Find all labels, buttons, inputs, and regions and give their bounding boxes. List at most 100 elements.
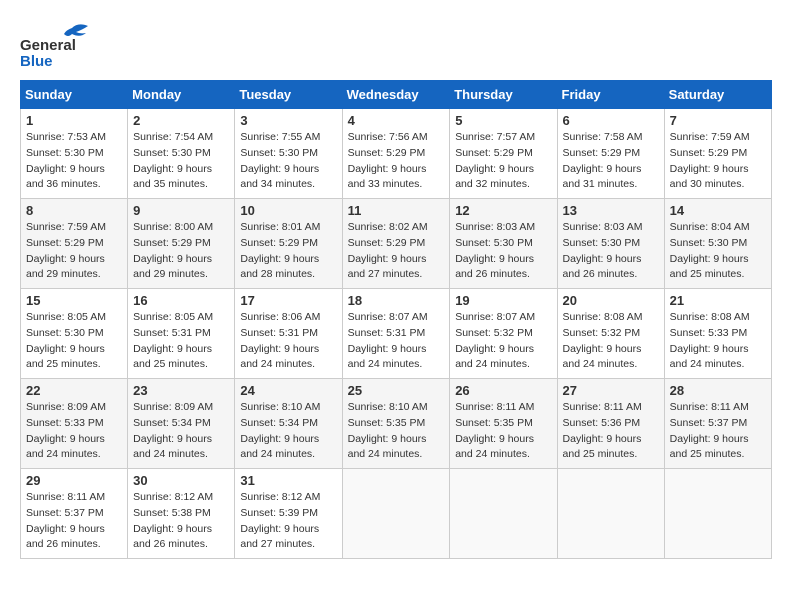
day-number: 29 bbox=[26, 473, 122, 488]
calendar-cell: 9 Sunrise: 8:00 AMSunset: 5:29 PMDayligh… bbox=[128, 199, 235, 289]
calendar-cell bbox=[557, 469, 664, 559]
calendar-cell: 17 Sunrise: 8:06 AMSunset: 5:31 PMDaylig… bbox=[235, 289, 342, 379]
day-info: Sunrise: 8:10 AMSunset: 5:35 PMDaylight:… bbox=[348, 401, 428, 460]
day-info: Sunrise: 8:08 AMSunset: 5:32 PMDaylight:… bbox=[563, 311, 643, 370]
weekday-header-thursday: Thursday bbox=[450, 81, 557, 109]
weekday-header-wednesday: Wednesday bbox=[342, 81, 450, 109]
day-info: Sunrise: 7:56 AMSunset: 5:29 PMDaylight:… bbox=[348, 131, 428, 190]
weekday-header-sunday: Sunday bbox=[21, 81, 128, 109]
calendar-cell: 25 Sunrise: 8:10 AMSunset: 5:35 PMDaylig… bbox=[342, 379, 450, 469]
day-info: Sunrise: 8:07 AMSunset: 5:32 PMDaylight:… bbox=[455, 311, 535, 370]
day-number: 31 bbox=[240, 473, 336, 488]
week-row-2: 8 Sunrise: 7:59 AMSunset: 5:29 PMDayligh… bbox=[21, 199, 772, 289]
day-number: 10 bbox=[240, 203, 336, 218]
weekday-header-tuesday: Tuesday bbox=[235, 81, 342, 109]
day-info: Sunrise: 7:55 AMSunset: 5:30 PMDaylight:… bbox=[240, 131, 320, 190]
day-number: 21 bbox=[670, 293, 766, 308]
calendar-cell bbox=[664, 469, 771, 559]
day-number: 11 bbox=[348, 203, 445, 218]
day-number: 25 bbox=[348, 383, 445, 398]
weekday-header-saturday: Saturday bbox=[664, 81, 771, 109]
day-number: 15 bbox=[26, 293, 122, 308]
day-number: 9 bbox=[133, 203, 229, 218]
calendar-cell: 30 Sunrise: 8:12 AMSunset: 5:38 PMDaylig… bbox=[128, 469, 235, 559]
week-row-3: 15 Sunrise: 8:05 AMSunset: 5:30 PMDaylig… bbox=[21, 289, 772, 379]
day-number: 22 bbox=[26, 383, 122, 398]
calendar-cell: 11 Sunrise: 8:02 AMSunset: 5:29 PMDaylig… bbox=[342, 199, 450, 289]
calendar-cell: 19 Sunrise: 8:07 AMSunset: 5:32 PMDaylig… bbox=[450, 289, 557, 379]
page-header: General Blue bbox=[20, 20, 772, 70]
calendar-cell: 13 Sunrise: 8:03 AMSunset: 5:30 PMDaylig… bbox=[557, 199, 664, 289]
day-info: Sunrise: 8:09 AMSunset: 5:34 PMDaylight:… bbox=[133, 401, 213, 460]
calendar-cell: 15 Sunrise: 8:05 AMSunset: 5:30 PMDaylig… bbox=[21, 289, 128, 379]
logo: General Blue bbox=[20, 20, 110, 70]
day-number: 24 bbox=[240, 383, 336, 398]
calendar-cell: 24 Sunrise: 8:10 AMSunset: 5:34 PMDaylig… bbox=[235, 379, 342, 469]
day-info: Sunrise: 8:03 AMSunset: 5:30 PMDaylight:… bbox=[563, 221, 643, 280]
calendar-cell: 7 Sunrise: 7:59 AMSunset: 5:29 PMDayligh… bbox=[664, 109, 771, 199]
calendar-cell: 23 Sunrise: 8:09 AMSunset: 5:34 PMDaylig… bbox=[128, 379, 235, 469]
day-info: Sunrise: 8:03 AMSunset: 5:30 PMDaylight:… bbox=[455, 221, 535, 280]
day-info: Sunrise: 7:54 AMSunset: 5:30 PMDaylight:… bbox=[133, 131, 213, 190]
day-number: 7 bbox=[670, 113, 766, 128]
calendar-cell: 12 Sunrise: 8:03 AMSunset: 5:30 PMDaylig… bbox=[450, 199, 557, 289]
day-info: Sunrise: 8:11 AMSunset: 5:36 PMDaylight:… bbox=[563, 401, 642, 460]
calendar-cell: 14 Sunrise: 8:04 AMSunset: 5:30 PMDaylig… bbox=[664, 199, 771, 289]
day-number: 8 bbox=[26, 203, 122, 218]
day-number: 2 bbox=[133, 113, 229, 128]
day-number: 1 bbox=[26, 113, 122, 128]
week-row-1: 1 Sunrise: 7:53 AMSunset: 5:30 PMDayligh… bbox=[21, 109, 772, 199]
day-info: Sunrise: 8:01 AMSunset: 5:29 PMDaylight:… bbox=[240, 221, 320, 280]
calendar-table: SundayMondayTuesdayWednesdayThursdayFrid… bbox=[20, 80, 772, 559]
day-number: 16 bbox=[133, 293, 229, 308]
calendar-cell: 26 Sunrise: 8:11 AMSunset: 5:35 PMDaylig… bbox=[450, 379, 557, 469]
calendar-cell: 31 Sunrise: 8:12 AMSunset: 5:39 PMDaylig… bbox=[235, 469, 342, 559]
day-info: Sunrise: 8:05 AMSunset: 5:31 PMDaylight:… bbox=[133, 311, 213, 370]
day-info: Sunrise: 7:53 AMSunset: 5:30 PMDaylight:… bbox=[26, 131, 106, 190]
calendar-cell: 18 Sunrise: 8:07 AMSunset: 5:31 PMDaylig… bbox=[342, 289, 450, 379]
day-info: Sunrise: 7:58 AMSunset: 5:29 PMDaylight:… bbox=[563, 131, 643, 190]
day-number: 20 bbox=[563, 293, 659, 308]
day-info: Sunrise: 8:04 AMSunset: 5:30 PMDaylight:… bbox=[670, 221, 750, 280]
day-info: Sunrise: 8:07 AMSunset: 5:31 PMDaylight:… bbox=[348, 311, 428, 370]
calendar-body: 1 Sunrise: 7:53 AMSunset: 5:30 PMDayligh… bbox=[21, 109, 772, 559]
calendar-cell: 16 Sunrise: 8:05 AMSunset: 5:31 PMDaylig… bbox=[128, 289, 235, 379]
day-number: 12 bbox=[455, 203, 551, 218]
day-info: Sunrise: 7:59 AMSunset: 5:29 PMDaylight:… bbox=[670, 131, 750, 190]
weekday-header-row: SundayMondayTuesdayWednesdayThursdayFrid… bbox=[21, 81, 772, 109]
day-info: Sunrise: 8:11 AMSunset: 5:35 PMDaylight:… bbox=[455, 401, 534, 460]
day-number: 6 bbox=[563, 113, 659, 128]
svg-text:Blue: Blue bbox=[20, 53, 53, 70]
day-info: Sunrise: 7:57 AMSunset: 5:29 PMDaylight:… bbox=[455, 131, 535, 190]
weekday-header-friday: Friday bbox=[557, 81, 664, 109]
day-number: 23 bbox=[133, 383, 229, 398]
calendar-cell: 6 Sunrise: 7:58 AMSunset: 5:29 PMDayligh… bbox=[557, 109, 664, 199]
day-info: Sunrise: 8:11 AMSunset: 5:37 PMDaylight:… bbox=[26, 491, 105, 550]
day-info: Sunrise: 8:09 AMSunset: 5:33 PMDaylight:… bbox=[26, 401, 106, 460]
week-row-4: 22 Sunrise: 8:09 AMSunset: 5:33 PMDaylig… bbox=[21, 379, 772, 469]
calendar-cell: 10 Sunrise: 8:01 AMSunset: 5:29 PMDaylig… bbox=[235, 199, 342, 289]
calendar-cell: 1 Sunrise: 7:53 AMSunset: 5:30 PMDayligh… bbox=[21, 109, 128, 199]
day-info: Sunrise: 8:02 AMSunset: 5:29 PMDaylight:… bbox=[348, 221, 428, 280]
calendar-cell: 2 Sunrise: 7:54 AMSunset: 5:30 PMDayligh… bbox=[128, 109, 235, 199]
calendar-cell: 8 Sunrise: 7:59 AMSunset: 5:29 PMDayligh… bbox=[21, 199, 128, 289]
calendar-cell bbox=[450, 469, 557, 559]
day-number: 30 bbox=[133, 473, 229, 488]
day-info: Sunrise: 8:10 AMSunset: 5:34 PMDaylight:… bbox=[240, 401, 320, 460]
day-number: 14 bbox=[670, 203, 766, 218]
calendar-cell: 22 Sunrise: 8:09 AMSunset: 5:33 PMDaylig… bbox=[21, 379, 128, 469]
calendar-cell: 29 Sunrise: 8:11 AMSunset: 5:37 PMDaylig… bbox=[21, 469, 128, 559]
day-number: 26 bbox=[455, 383, 551, 398]
day-info: Sunrise: 8:06 AMSunset: 5:31 PMDaylight:… bbox=[240, 311, 320, 370]
calendar-cell: 21 Sunrise: 8:08 AMSunset: 5:33 PMDaylig… bbox=[664, 289, 771, 379]
week-row-5: 29 Sunrise: 8:11 AMSunset: 5:37 PMDaylig… bbox=[21, 469, 772, 559]
day-number: 4 bbox=[348, 113, 445, 128]
day-number: 28 bbox=[670, 383, 766, 398]
day-info: Sunrise: 8:11 AMSunset: 5:37 PMDaylight:… bbox=[670, 401, 749, 460]
day-number: 5 bbox=[455, 113, 551, 128]
weekday-header-monday: Monday bbox=[128, 81, 235, 109]
calendar-cell: 4 Sunrise: 7:56 AMSunset: 5:29 PMDayligh… bbox=[342, 109, 450, 199]
day-number: 19 bbox=[455, 293, 551, 308]
day-info: Sunrise: 8:12 AMSunset: 5:39 PMDaylight:… bbox=[240, 491, 320, 550]
day-info: Sunrise: 8:05 AMSunset: 5:30 PMDaylight:… bbox=[26, 311, 106, 370]
